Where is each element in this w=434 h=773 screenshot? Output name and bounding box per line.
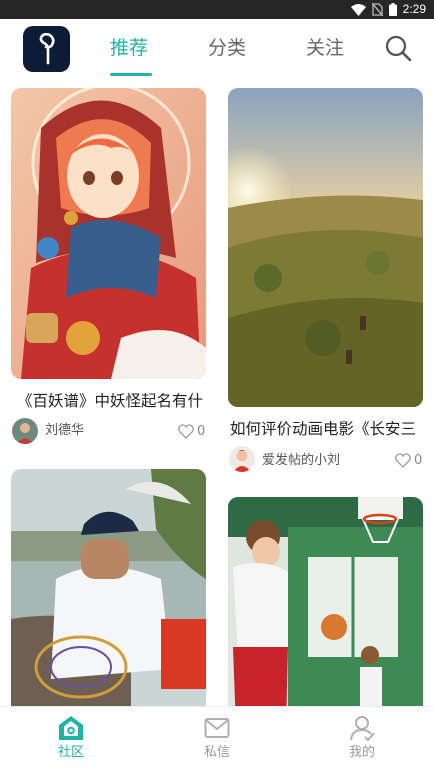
post-image-basketball[interactable] [228,497,423,706]
active-tab-indicator [110,73,152,76]
man-fishing-photo [11,469,206,706]
nav-label-community: 社区 [57,745,84,760]
anime-girl-illustration [11,88,206,379]
app-logo[interactable] [23,26,70,72]
post-image-fishing-man[interactable] [11,469,206,706]
app-logo-icon [39,33,55,65]
nav-item-messages[interactable]: 私信 [177,707,257,773]
profile-icon [350,716,375,741]
status-icons: 2:29 [350,2,426,17]
author-name[interactable]: 刘德华 [45,423,84,439]
status-time: 2:29 [402,2,426,16]
nav-label-profile: 我的 [348,745,375,760]
heart-icon[interactable] [178,424,194,439]
battery-icon [388,3,397,16]
post-image-sunset-grassland[interactable] [228,88,423,407]
wifi-icon [350,3,366,16]
community-home-icon [59,716,83,740]
author-name[interactable]: 爱发帖的小刘 [262,453,340,469]
author-avatar[interactable] [229,446,255,472]
nav-item-community[interactable]: 社区 [31,707,111,773]
tab-recommend[interactable]: 推荐 [110,35,148,61]
tab-following[interactable]: 关注 [306,35,344,61]
post-image-anime-girl[interactable] [11,88,206,379]
anime-basketball-illustration [228,497,423,706]
nav-label-messages: 私信 [203,745,230,760]
feed-grid[interactable]: 《百妖谱》中妖怪起名有什 刘德华 0 如何评价动画电影《长安三 爱发帖的小刘 0 [0,83,434,706]
like-count: 0 [414,453,423,468]
bottom-nav: 社区 私信 我的 [0,706,434,773]
sunset-grassland-image [228,88,423,407]
top-header: 推荐 分类 关注 [0,19,434,83]
no-sim-icon [371,3,383,16]
author-avatar[interactable] [12,418,38,444]
post-title[interactable]: 《百妖谱》中妖怪起名有什 [17,391,207,411]
status-bar: 2:29 [0,0,434,19]
search-icon[interactable] [383,33,413,63]
heart-icon[interactable] [395,453,411,468]
tab-category[interactable]: 分类 [208,35,246,61]
post-title[interactable]: 如何评价动画电影《长安三 [230,419,424,439]
nav-item-profile[interactable]: 我的 [322,707,402,773]
mail-icon [204,718,230,738]
like-count: 0 [197,424,206,439]
